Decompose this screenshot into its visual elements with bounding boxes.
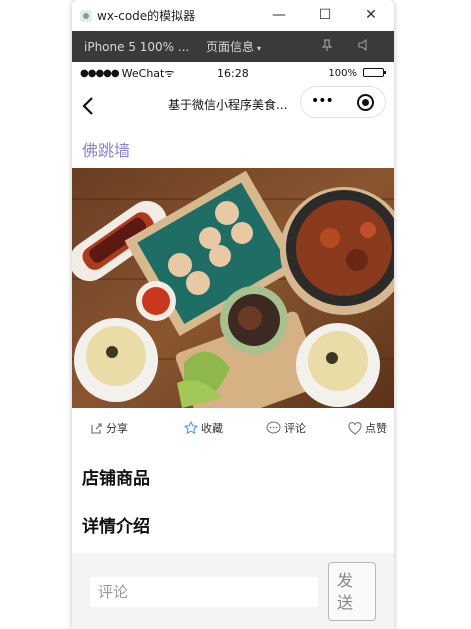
like-button[interactable]: 点赞 (348, 420, 387, 436)
capsule-menu: ••• (300, 86, 386, 118)
more-menu-icon[interactable]: ••• (311, 93, 334, 109)
battery-icon (363, 68, 386, 77)
battery-percent: 100% (328, 67, 357, 79)
caret-down-icon: ▾ (257, 44, 262, 53)
favorite-button[interactable]: 收藏 (184, 420, 223, 436)
comment-button[interactable]: 评论 (266, 420, 306, 436)
app-icon (80, 9, 92, 22)
comment-label: 评论 (284, 422, 306, 435)
maximize-button[interactable]: ☐ (302, 0, 348, 31)
send-button[interactable]: 发 送 (328, 562, 376, 621)
share-label: 分享 (106, 422, 128, 435)
pin-icon[interactable] (321, 39, 333, 54)
send-label-line2: 送 (337, 592, 354, 612)
wifi-icon: ᯤ (164, 66, 175, 80)
page-title: 基于微信小程序美食... (168, 98, 288, 112)
share-icon (91, 422, 102, 434)
window-title: wx-code的模拟器 (97, 9, 196, 23)
heart-icon (348, 421, 362, 435)
share-button[interactable]: 分享 (90, 420, 128, 436)
food-photo (72, 168, 394, 408)
speaker-icon[interactable] (357, 38, 369, 54)
simulator-window: wx-code的模拟器 — ☐ ✕ iPhone 5 100% ... 页面信息… (72, 0, 394, 629)
comment-input[interactable] (90, 577, 318, 607)
favorite-label: 收藏 (201, 422, 223, 435)
status-time: 16:28 (217, 66, 249, 80)
comment-icon (266, 421, 281, 434)
window-titlebar: wx-code的模拟器 — ☐ ✕ (72, 0, 394, 31)
close-button[interactable]: ✕ (348, 0, 394, 31)
star-icon (184, 421, 198, 435)
close-program-icon[interactable] (357, 94, 374, 111)
signal-icon: ●●●●● (80, 67, 120, 79)
details-heading: 详情介绍 (82, 517, 150, 537)
page-info-label: 页面信息 (206, 40, 255, 54)
shop-name: 佛跳墙 (82, 141, 131, 160)
phone-status-bar: ●●●●● WeChat ᯤ 16:28 100% (72, 62, 394, 84)
page-info-menu[interactable]: 页面信息 ▾ (206, 38, 261, 55)
store-products-heading: 店铺商品 (82, 469, 150, 489)
send-label-line1: 发 (337, 570, 354, 590)
minimize-button[interactable]: — (256, 0, 302, 31)
back-arrow-icon[interactable] (80, 96, 98, 116)
like-label: 点赞 (365, 422, 387, 435)
device-selector[interactable]: iPhone 5 100% ... (84, 40, 196, 54)
carrier-label: WeChat (121, 66, 165, 80)
comment-bar: 发 送 (72, 553, 394, 629)
action-bar: 分享 收藏 评论 点赞 (72, 420, 394, 444)
simulator-toolbar: iPhone 5 100% ... 页面信息 ▾ (72, 31, 394, 62)
